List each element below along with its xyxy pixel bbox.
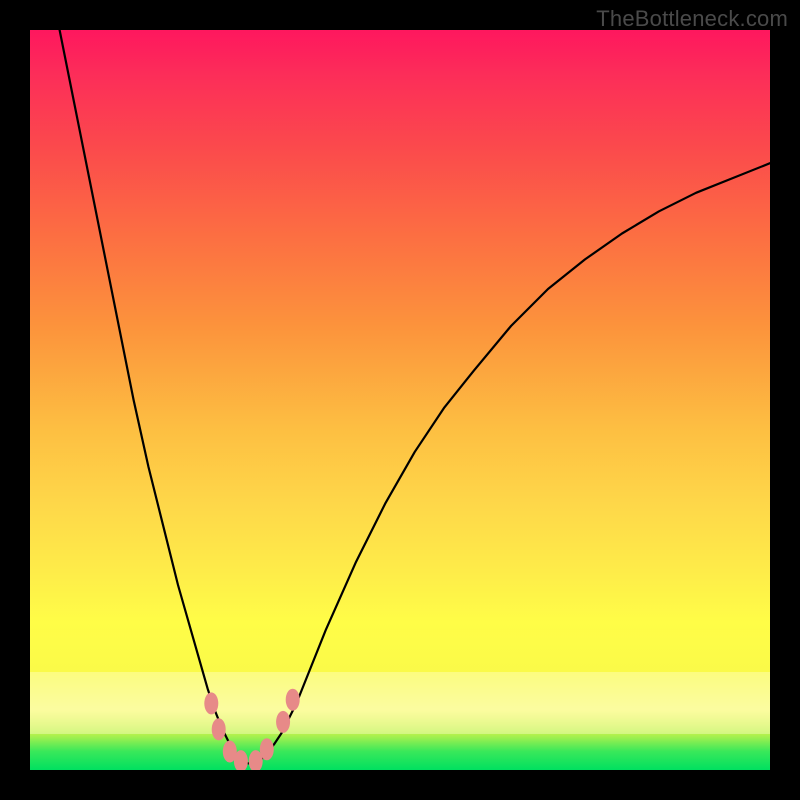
plot-area <box>30 30 770 770</box>
curve-marker <box>276 711 290 733</box>
curve-svg <box>30 30 770 770</box>
curve-marker <box>212 718 226 740</box>
chart-frame: TheBottleneck.com <box>0 0 800 800</box>
curve-marker <box>260 738 274 760</box>
curve-marker <box>204 692 218 714</box>
curve-right-branch <box>252 163 770 764</box>
markers-group <box>204 689 299 770</box>
watermark-text: TheBottleneck.com <box>596 6 788 32</box>
curve-left-branch <box>60 30 252 764</box>
curve-marker <box>286 689 300 711</box>
